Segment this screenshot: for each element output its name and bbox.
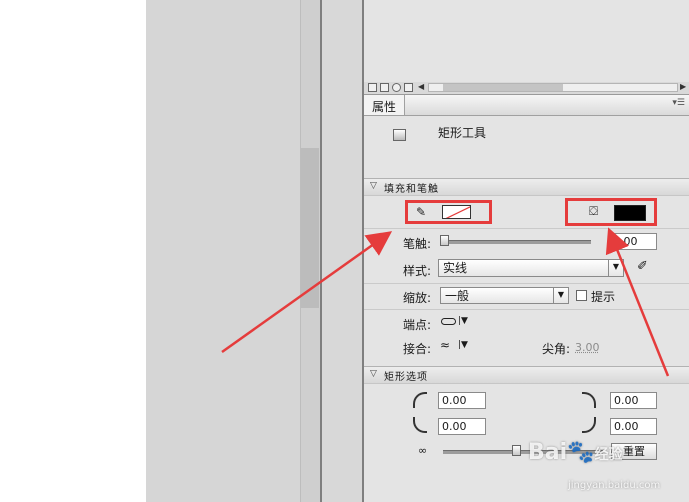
baidu-logo-watermark: Bai🐾经验 — [528, 440, 623, 465]
arrow-to-stroke-color — [221, 231, 393, 354]
watermark-url: jingyan.baidu.com — [568, 480, 661, 491]
annotation-arrows — [221, 227, 670, 377]
watermark-brand-tail: 经验 — [594, 447, 623, 463]
arrow-to-fill-color — [605, 227, 670, 377]
paw-icon: 🐾 — [567, 440, 595, 465]
watermark-brand: Bai — [528, 440, 568, 465]
